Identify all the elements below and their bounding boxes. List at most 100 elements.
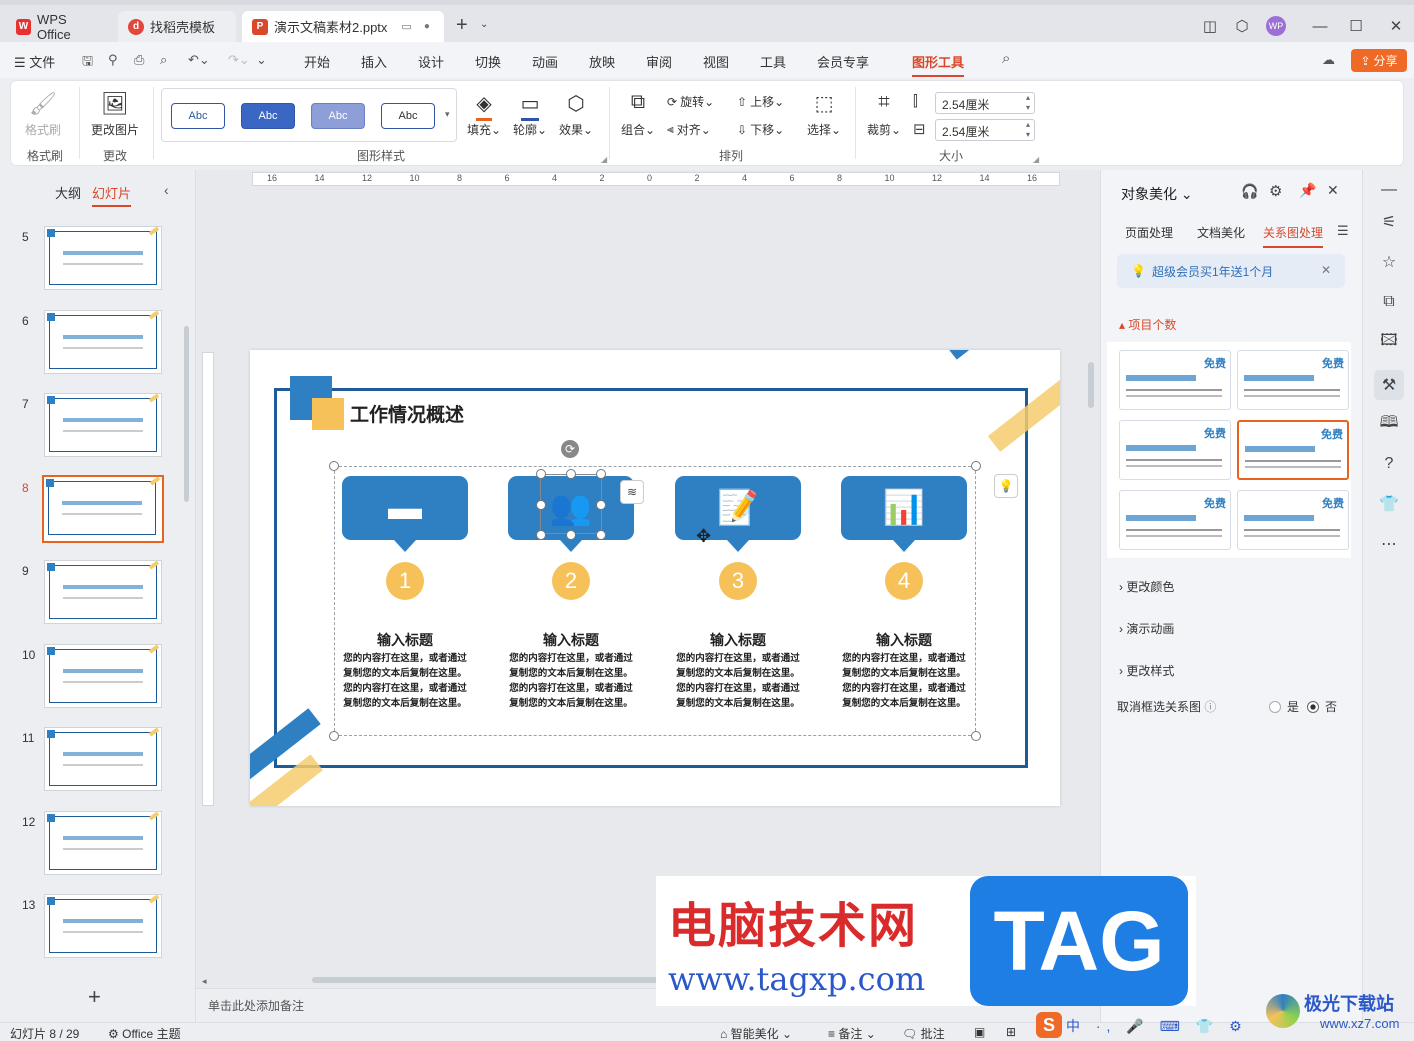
- collapse-panel-icon[interactable]: ‹: [164, 182, 169, 198]
- tab-list-chevron-icon[interactable]: ⌄: [480, 19, 488, 30]
- settings-gear-icon[interactable]: ⚙: [1269, 182, 1282, 200]
- shape-style-filled[interactable]: Abc: [241, 103, 295, 129]
- card-title[interactable]: 输入标题: [342, 630, 468, 650]
- comment-button[interactable]: 🗨 批注: [902, 1025, 945, 1041]
- card-body[interactable]: 您的内容打在这里，或者通过复制您的文本后复制在这里。您的内容打在这里，或者通过复…: [508, 651, 634, 711]
- shirt-icon[interactable]: 👕: [1377, 492, 1401, 516]
- diagram-card-header[interactable]: 📊: [841, 476, 967, 540]
- canvas-horizontal-scrollbar[interactable]: [312, 977, 682, 983]
- image-edit-icon[interactable]: 🖾: [1377, 330, 1401, 354]
- tab-document[interactable]: P 演示文稿素材2.pptx ▭ ●: [242, 11, 444, 42]
- radio-no-circle[interactable]: [1307, 700, 1319, 713]
- menu-home[interactable]: 开始: [304, 52, 330, 71]
- slide-thumbnail[interactable]: [44, 727, 162, 791]
- slide-thumbnail[interactable]: [44, 643, 162, 708]
- card-body[interactable]: 您的内容打在这里，或者通过复制您的文本后复制在这里。您的内容打在这里，或者通过复…: [675, 651, 801, 711]
- resize-handle[interactable]: [536, 530, 546, 540]
- crop-button[interactable]: ⌗ 裁剪⌄: [867, 91, 901, 138]
- resize-handle[interactable]: [596, 469, 606, 479]
- new-tab-plus-icon[interactable]: +: [456, 14, 468, 37]
- layout-option[interactable]: 免费: [1237, 420, 1349, 480]
- spinner-icon[interactable]: ▴ ▾: [1026, 120, 1030, 140]
- layout-option[interactable]: 免费: [1119, 350, 1231, 410]
- scroll-left-icon[interactable]: ◂: [202, 976, 207, 987]
- slide-thumbnail[interactable]: [44, 226, 162, 290]
- change-picture-button[interactable]: 🖼 更改图片: [91, 91, 139, 138]
- height-input[interactable]: 2.54厘米 ▴ ▾: [935, 92, 1035, 114]
- redo-icon[interactable]: ↷⌄: [228, 52, 250, 68]
- outline-button[interactable]: ▭ 轮廓⌄: [513, 91, 547, 138]
- slide-thumbnail[interactable]: [42, 474, 164, 543]
- grid-view-icon[interactable]: ⊞: [1006, 1025, 1016, 1039]
- avatar[interactable]: WP: [1262, 13, 1290, 39]
- diagram-card-header[interactable]: 📝: [675, 476, 801, 540]
- notes-toggle-button[interactable]: ≡ 备注 ⌄: [828, 1025, 876, 1041]
- copy-icon[interactable]: ⧉: [1377, 290, 1401, 314]
- menu-animation[interactable]: 动画: [532, 52, 558, 71]
- effect-button[interactable]: ⬡ 效果⌄: [559, 91, 593, 138]
- menu-insert[interactable]: 插入: [361, 52, 387, 71]
- resize-handle[interactable]: [596, 530, 606, 540]
- card-title[interactable]: 输入标题: [675, 630, 801, 650]
- panel-scrollbar[interactable]: [184, 326, 189, 502]
- tab-page-process[interactable]: 页面处理: [1125, 224, 1173, 241]
- step-number-badge[interactable]: 1: [386, 562, 424, 600]
- layout-icon[interactable]: ◫: [1196, 13, 1224, 39]
- section-animation[interactable]: › 演示动画: [1119, 620, 1174, 637]
- slide-thumbnail[interactable]: [44, 309, 162, 374]
- menu-shape-tools[interactable]: 图形工具: [912, 52, 965, 77]
- more-chevron-icon[interactable]: ⌄: [256, 52, 267, 68]
- tab-doc-beautify[interactable]: 文档美化: [1197, 224, 1245, 241]
- more-icon[interactable]: ⋯: [1377, 532, 1401, 556]
- promo-banner[interactable]: 💡 超级会员买1年送1个月 ✕: [1117, 254, 1345, 288]
- monitor-icon[interactable]: ▭: [401, 20, 411, 33]
- undo-icon[interactable]: ↶⌄: [188, 52, 210, 68]
- slide-thumbnail[interactable]: [44, 393, 162, 457]
- shape-style-light[interactable]: Abc: [311, 103, 365, 129]
- resize-handle[interactable]: [536, 469, 546, 479]
- share-link-icon[interactable]: ⚲: [108, 52, 118, 68]
- resize-handle[interactable]: [566, 530, 576, 540]
- resize-handle[interactable]: [536, 500, 546, 510]
- select-button[interactable]: ⬚ 选择⌄: [807, 91, 841, 138]
- share-button[interactable]: ⇪ 分享: [1351, 49, 1407, 72]
- pin-icon[interactable]: 📌: [1299, 182, 1316, 199]
- close-panel-icon[interactable]: ✕: [1327, 182, 1339, 199]
- normal-view-icon[interactable]: ▣: [974, 1025, 985, 1039]
- width-input[interactable]: 2.54厘米 ▴ ▾: [935, 119, 1035, 141]
- theme-indicator[interactable]: ⚙ Office 主题: [108, 1025, 181, 1041]
- menu-review[interactable]: 审阅: [646, 52, 672, 71]
- slide[interactable]: 工作情况概述 ▬ 1 输入标题 您的内容打在这里，或者通过复制您的文本后复制在这里。您…: [250, 350, 1060, 806]
- card-body[interactable]: 您的内容打在这里，或者通过复制您的文本后复制在这里。您的内容打在这里，或者通过复…: [841, 651, 967, 711]
- layout-option[interactable]: 免费: [1119, 490, 1231, 550]
- slide-title[interactable]: 工作情况概述: [350, 400, 464, 427]
- diagram-card-header[interactable]: ▬: [342, 476, 468, 540]
- tab-wps-office[interactable]: W WPS Office: [6, 11, 110, 42]
- layers-icon[interactable]: ≋: [620, 480, 644, 504]
- help-icon[interactable]: ?: [1377, 452, 1401, 476]
- menu-tools[interactable]: 工具: [760, 52, 786, 71]
- file-menu[interactable]: ☰ 文件: [14, 52, 55, 71]
- card-body[interactable]: 您的内容打在这里，或者通过复制您的文本后复制在这里。您的内容打在这里，或者通过复…: [342, 651, 468, 711]
- layout-option[interactable]: 免费: [1119, 420, 1231, 480]
- tab-docer[interactable]: d 找稻壳模板: [118, 11, 236, 42]
- book-icon[interactable]: 🕮: [1377, 412, 1401, 436]
- adjust-sliders-icon[interactable]: ⚟: [1377, 210, 1401, 234]
- save-icon[interactable]: 🖫: [82, 52, 93, 74]
- section-item-count[interactable]: ▴ 项目个数: [1119, 316, 1176, 333]
- slide-thumbnail[interactable]: [44, 560, 162, 624]
- resize-handle[interactable]: [971, 461, 981, 471]
- resize-handle[interactable]: [971, 731, 981, 741]
- radio-yes-circle[interactable]: [1269, 700, 1281, 713]
- panel-title[interactable]: 对象美化 ⌄: [1121, 184, 1193, 204]
- align-button[interactable]: ⫷ 对齐 ⌄: [667, 121, 711, 138]
- dialog-launcher-icon[interactable]: ◢: [601, 155, 607, 164]
- minimize-icon[interactable]: —: [1306, 13, 1334, 39]
- radio-yes[interactable]: 是: [1269, 698, 1299, 715]
- section-change-color[interactable]: › 更改颜色: [1119, 578, 1174, 595]
- layout-option[interactable]: 免费: [1237, 490, 1349, 550]
- canvas-vertical-scrollbar[interactable]: [1088, 362, 1094, 408]
- print-preview-icon[interactable]: ⌕: [160, 52, 167, 68]
- smart-beautify-button[interactable]: ⌂ 智能美化 ⌄: [720, 1025, 792, 1041]
- combine-button[interactable]: ⧉ 组合⌄: [621, 91, 655, 138]
